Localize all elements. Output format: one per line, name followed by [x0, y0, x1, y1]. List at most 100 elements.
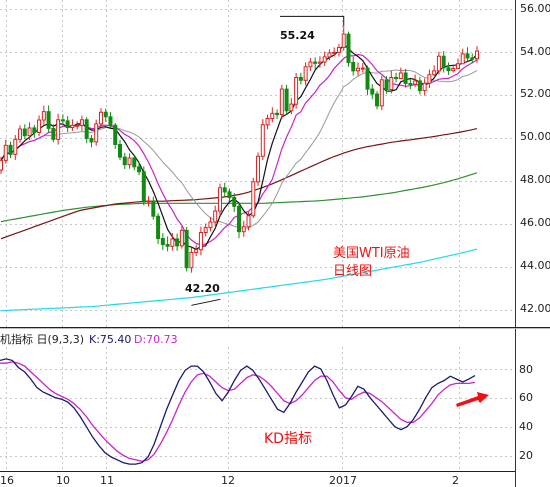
candle-body [170, 238, 175, 247]
candle-body [322, 56, 327, 63]
kd-k-line [0, 358, 476, 465]
candle-body [22, 128, 27, 137]
candle-body [160, 238, 165, 246]
x-tick-label: 16 [0, 474, 14, 487]
candle-body [241, 226, 246, 233]
candle-body [427, 74, 432, 84]
candle-body [251, 181, 256, 217]
candle-body [403, 72, 408, 85]
candle-body [227, 191, 232, 199]
x-axis: 16 10 11 12 2017 2 [0, 474, 459, 487]
candle [346, 31, 351, 67]
candle [284, 84, 289, 115]
candle-body [179, 229, 184, 247]
candle-body [408, 83, 413, 86]
candle-body [89, 137, 94, 143]
candle-body [203, 227, 208, 234]
candle-body [79, 119, 84, 126]
candle-body [298, 76, 303, 81]
candle-body [313, 61, 318, 64]
candle-body [317, 61, 322, 64]
candle [217, 183, 222, 216]
candle-body [279, 88, 284, 116]
candle-body [194, 249, 199, 253]
candle-body [432, 70, 437, 76]
candle-body [370, 88, 375, 95]
candle-body [13, 138, 18, 155]
candle-body [208, 221, 213, 229]
price-y-axis: 56.00 54.00 52.00 50.00 48.00 46.00 44.0… [520, 2, 550, 315]
candle-body [327, 52, 332, 58]
candle-body [365, 67, 370, 90]
candle [379, 75, 384, 111]
candle-body [284, 88, 289, 112]
candle-body [98, 111, 103, 125]
trend-arrow-icon [456, 392, 489, 407]
candle-body [137, 166, 142, 173]
candle-body [189, 251, 194, 269]
candle-body [46, 111, 51, 129]
chart-annotation-line2: 日线图 [333, 264, 372, 279]
candle-body [351, 61, 356, 72]
candle-body [198, 232, 203, 251]
candle-body [265, 118, 270, 126]
x-tick-label: 2 [452, 474, 459, 487]
candle-body [141, 171, 146, 203]
candle [184, 226, 189, 272]
candle-body [94, 123, 99, 143]
x-tick-label: 12 [221, 474, 235, 487]
price-tick-label: 54.00 [520, 45, 550, 58]
candle-body [56, 119, 61, 140]
candle [251, 177, 256, 218]
candle [260, 119, 265, 160]
candle-body [422, 82, 427, 92]
candle-body [165, 244, 170, 247]
kd-grid [0, 347, 515, 471]
candle-body [336, 46, 341, 53]
candle-body [65, 120, 70, 129]
candle-body [213, 210, 218, 223]
candle-body [332, 51, 337, 54]
candle-body [455, 63, 460, 69]
wti-chart: 55.24 42.20 美国WTI原油 日线图 56.00 54.00 52.0… [0, 0, 550, 487]
candle-body [122, 156, 127, 166]
candle-body [341, 33, 346, 48]
price-tick-label: 44.00 [520, 259, 550, 272]
kd-tick-label: 60 [519, 391, 533, 404]
candle-body [127, 157, 132, 166]
high-value-label: 55.24 [280, 29, 315, 42]
candle-body [84, 119, 89, 139]
candle-body [398, 72, 403, 80]
x-tick-label: 11 [100, 474, 114, 487]
candle-body [451, 67, 456, 72]
kd-tick-label: 40 [519, 420, 533, 433]
candle-body [222, 187, 227, 193]
low-value-label: 42.20 [185, 282, 220, 295]
candle-body [417, 80, 422, 92]
candle-body [413, 80, 418, 85]
candle-body [389, 76, 394, 91]
candle [279, 84, 284, 119]
candle-body [108, 116, 113, 126]
candle-body [27, 127, 32, 137]
candle-body [465, 53, 470, 59]
candle-body [146, 200, 151, 203]
kd-k-value: K:75.40 [89, 333, 131, 346]
candle-body [18, 128, 23, 140]
candle-body [441, 55, 446, 69]
candle-body [41, 111, 46, 121]
candle-body [308, 61, 313, 68]
candle-body [0, 159, 3, 171]
candle-body [3, 144, 8, 161]
kd-annotation: KD指标 [264, 431, 312, 447]
price-tick-label: 56.00 [520, 2, 550, 15]
candle-body [103, 111, 108, 118]
candle-body [289, 103, 294, 112]
kd-d-value: D:70.73 [134, 333, 178, 346]
candle-body [113, 124, 118, 145]
chart-annotation-line1: 美国WTI原油 [333, 246, 410, 261]
candle-body [356, 67, 360, 72]
candle-body [51, 127, 56, 140]
candle-body [270, 112, 275, 120]
candle-body [8, 144, 13, 155]
